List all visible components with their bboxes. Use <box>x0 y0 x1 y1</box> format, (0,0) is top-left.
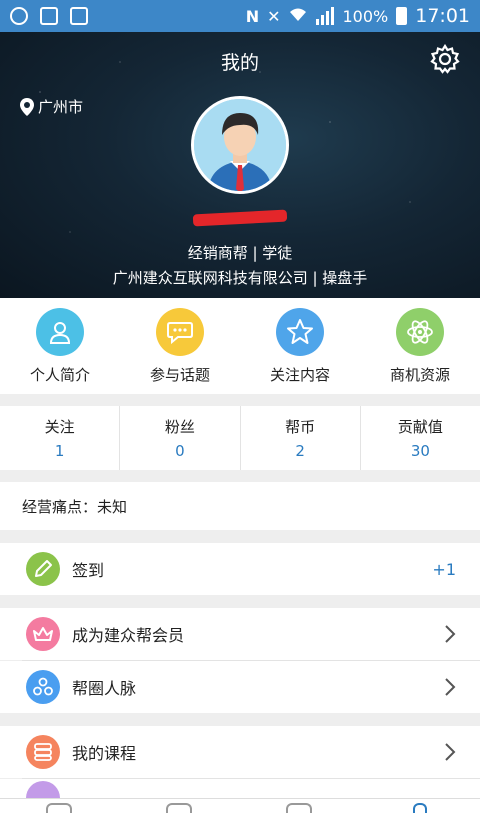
location-label: 广州市 <box>38 98 84 116</box>
status-bar: N ✕ 100% 17:01 <box>0 0 480 32</box>
battery-level: 100% <box>342 6 389 26</box>
person-icon <box>36 308 84 356</box>
quick-action-business[interactable]: 商机资源 <box>360 298 480 394</box>
chevron-right-icon <box>445 743 456 761</box>
checkin-label: 签到 <box>72 561 105 580</box>
stat-fans[interactable]: 粉丝 0 <box>120 406 241 470</box>
screenshot-icon <box>70 7 88 25</box>
quick-actions: 个人简介 参与话题 关注内容 商机资源 <box>0 298 480 394</box>
image-icon <box>40 7 58 25</box>
chat-icon <box>156 308 204 356</box>
star-icon <box>276 308 324 356</box>
nfc-icon: N <box>245 6 260 26</box>
avatar[interactable] <box>191 96 289 194</box>
profile-header: 我的 广州市 经销商帮 | 学徒 广州建众互联网科技有限公司 | 操盘手 <box>0 32 480 298</box>
quick-action-label: 商机资源 <box>389 366 450 384</box>
checkin-value: +1 <box>432 559 456 579</box>
signal-icon <box>316 7 335 25</box>
quick-action-followed[interactable]: 关注内容 <box>240 298 360 394</box>
page-title: 我的 <box>220 52 259 74</box>
bottom-nav <box>0 798 480 813</box>
quick-action-label: 个人简介 <box>29 366 90 384</box>
next-row-partial[interactable] <box>0 779 480 798</box>
partial-row-icon <box>26 780 60 798</box>
mute-icon: ✕ <box>267 6 281 26</box>
stat-following[interactable]: 关注 1 <box>0 406 121 470</box>
battery-charging-icon <box>396 7 408 25</box>
network-label: 帮圈人脉 <box>72 679 137 698</box>
location-pin-icon <box>20 97 34 116</box>
stats-bar: 关注 1 粉丝 0 帮币 2 贡献值 30 <box>0 406 480 470</box>
location[interactable]: 广州市 <box>20 96 83 117</box>
chevron-right-icon <box>445 678 456 696</box>
quick-action-topics[interactable]: 参与话题 <box>120 298 240 394</box>
wifi-icon <box>288 6 308 26</box>
notification-icon <box>10 7 28 25</box>
atom-icon <box>396 308 444 356</box>
people-icon <box>26 670 60 704</box>
crown-icon <box>26 617 60 651</box>
clock: 17:01 <box>415 5 470 27</box>
stat-label: 粉丝 <box>164 418 195 436</box>
quick-action-label: 参与话题 <box>149 366 210 384</box>
nickname-redacted <box>192 209 288 227</box>
pain-point-row[interactable]: 经营痛点：未知 <box>0 482 480 530</box>
home-tab-icon[interactable] <box>46 803 72 813</box>
profile-tab-icon[interactable] <box>413 803 427 813</box>
stat-coins[interactable]: 帮币 2 <box>241 406 361 470</box>
message-tab-icon[interactable] <box>286 803 312 813</box>
chevron-right-icon <box>445 625 456 643</box>
stat-value: 0 <box>175 442 185 460</box>
stat-label: 关注 <box>44 418 75 436</box>
quick-action-label: 关注内容 <box>269 366 330 384</box>
circle-tab-icon[interactable] <box>166 803 192 813</box>
company-line: 广州建众互联网科技有限公司 | 操盘手 <box>112 269 368 287</box>
role-line: 经销商帮 | 学徒 <box>187 244 293 262</box>
stat-value: 1 <box>54 442 65 460</box>
stat-label: 帮币 <box>285 418 316 436</box>
pencil-icon <box>26 552 60 586</box>
stat-value: 2 <box>295 442 305 460</box>
my-courses-row[interactable]: 我的课程 <box>0 726 480 778</box>
become-member-label: 成为建众帮会员 <box>72 626 185 645</box>
gear-icon[interactable] <box>430 43 460 74</box>
network-row[interactable]: 帮圈人脉 <box>0 661 480 713</box>
stat-contribution[interactable]: 贡献值 30 <box>361 406 480 470</box>
stat-label: 贡献值 <box>397 418 443 436</box>
pain-point-text: 经营痛点：未知 <box>22 497 128 516</box>
checkin-row[interactable]: 签到 +1 <box>0 543 480 595</box>
stat-value: 30 <box>410 442 430 460</box>
my-courses-label: 我的课程 <box>72 744 137 763</box>
become-member-row[interactable]: 成为建众帮会员 <box>0 608 480 660</box>
book-icon <box>26 735 60 769</box>
quick-action-profile[interactable]: 个人简介 <box>0 298 120 394</box>
